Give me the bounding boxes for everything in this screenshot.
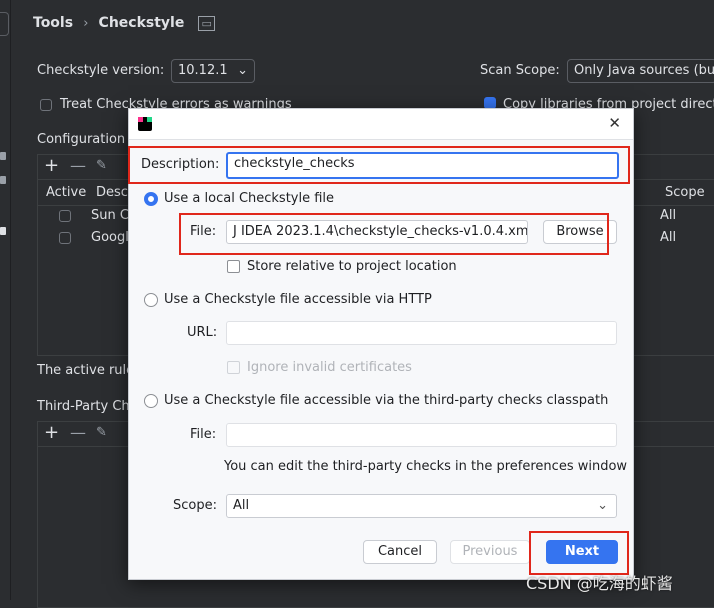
column-active[interactable]: Active <box>46 185 86 200</box>
classpath-file-label: File: <box>190 427 217 442</box>
edit-icon[interactable]: ✎ <box>96 158 107 173</box>
row-description: Sun C <box>91 208 129 223</box>
checkstyle-version-select[interactable]: 10.12.1 ⌄ <box>171 59 255 83</box>
remove-icon[interactable]: — <box>70 156 86 175</box>
row-scope: All <box>660 208 677 223</box>
scan-scope-select[interactable]: Only Java sources (bu <box>567 59 714 83</box>
url-label: URL: <box>187 325 218 340</box>
settings-window: { "breadcrumb": { "parent": "Tools", "se… <box>0 0 714 608</box>
store-relative-checkbox[interactable] <box>227 260 240 273</box>
active-rules-text: The active rule <box>37 363 135 378</box>
treat-warnings-checkbox[interactable] <box>40 99 52 111</box>
highlight-box-file <box>179 213 609 255</box>
checkstyle-version-value: 10.12.1 <box>178 63 228 78</box>
third-party-label: Third-Party Ch <box>37 399 130 414</box>
row-scope: All <box>660 230 677 245</box>
row-active-checkbox[interactable] <box>59 232 71 244</box>
http-option-label: Use a Checkstyle file accessible via HTT… <box>164 292 432 307</box>
add-icon[interactable]: + <box>44 155 59 176</box>
search-field-edge[interactable] <box>0 12 9 36</box>
scan-scope-label: Scan Scope: <box>480 63 560 78</box>
ignore-invalid-checkbox[interactable] <box>227 361 240 374</box>
settings-tree-edge <box>0 0 11 600</box>
scope-label: Scope: <box>173 498 217 513</box>
intellij-app-icon <box>138 117 152 131</box>
add-icon[interactable]: + <box>44 422 59 443</box>
checkstyle-version-label: Checkstyle version: <box>37 63 165 78</box>
classpath-file-input[interactable] <box>226 423 617 447</box>
pin-icon[interactable]: ▭ <box>198 16 215 31</box>
ignore-invalid-label: Ignore invalid certificates <box>247 360 412 375</box>
highlight-box-next <box>529 531 629 575</box>
breadcrumb: Tools › Checkstyle ▭ <box>33 15 215 31</box>
local-file-radio[interactable] <box>144 192 158 206</box>
scan-scope-value: Only Java sources (bu <box>574 63 714 78</box>
scope-value: All <box>233 498 250 513</box>
http-file-radio[interactable] <box>144 293 158 307</box>
chevron-down-icon: ⌄ <box>597 498 608 513</box>
store-relative-label: Store relative to project location <box>247 259 457 274</box>
chevron-down-icon: ⌄ <box>237 63 248 78</box>
edit-icon[interactable]: ✎ <box>96 425 107 440</box>
column-scope[interactable]: Scope <box>665 185 705 200</box>
close-icon[interactable]: ✕ <box>608 114 621 132</box>
cancel-button[interactable]: Cancel <box>363 540 437 564</box>
classpath-option-label: Use a Checkstyle file accessible via the… <box>164 393 609 408</box>
breadcrumb-separator: › <box>83 16 89 31</box>
previous-button[interactable]: Previous <box>450 540 530 564</box>
classpath-file-radio[interactable] <box>144 394 158 408</box>
configuration-label: Configuration <box>37 132 126 147</box>
row-active-checkbox[interactable] <box>59 210 71 222</box>
add-configuration-dialog: ✕ Description: checkstyle_checks Use a l… <box>128 108 634 580</box>
tree-node-icon <box>0 176 6 184</box>
column-description[interactable]: Desc <box>96 185 128 200</box>
url-input[interactable] <box>226 321 617 345</box>
scope-select[interactable]: All ⌄ <box>226 494 617 518</box>
dialog-titlebar[interactable]: ✕ <box>129 109 633 140</box>
remove-icon[interactable]: — <box>70 423 86 442</box>
page-title: Checkstyle <box>98 15 185 31</box>
highlight-box-description <box>128 146 630 184</box>
breadcrumb-tools[interactable]: Tools <box>33 15 73 31</box>
local-file-option-label: Use a local Checkstyle file <box>164 191 335 206</box>
row-description: Googl <box>91 230 129 245</box>
tree-node-icon <box>0 152 6 160</box>
tree-node-icon <box>0 227 6 235</box>
preferences-note: You can edit the third-party checks in t… <box>224 459 628 474</box>
watermark: CSDN @吃海的虾酱 <box>526 574 673 593</box>
